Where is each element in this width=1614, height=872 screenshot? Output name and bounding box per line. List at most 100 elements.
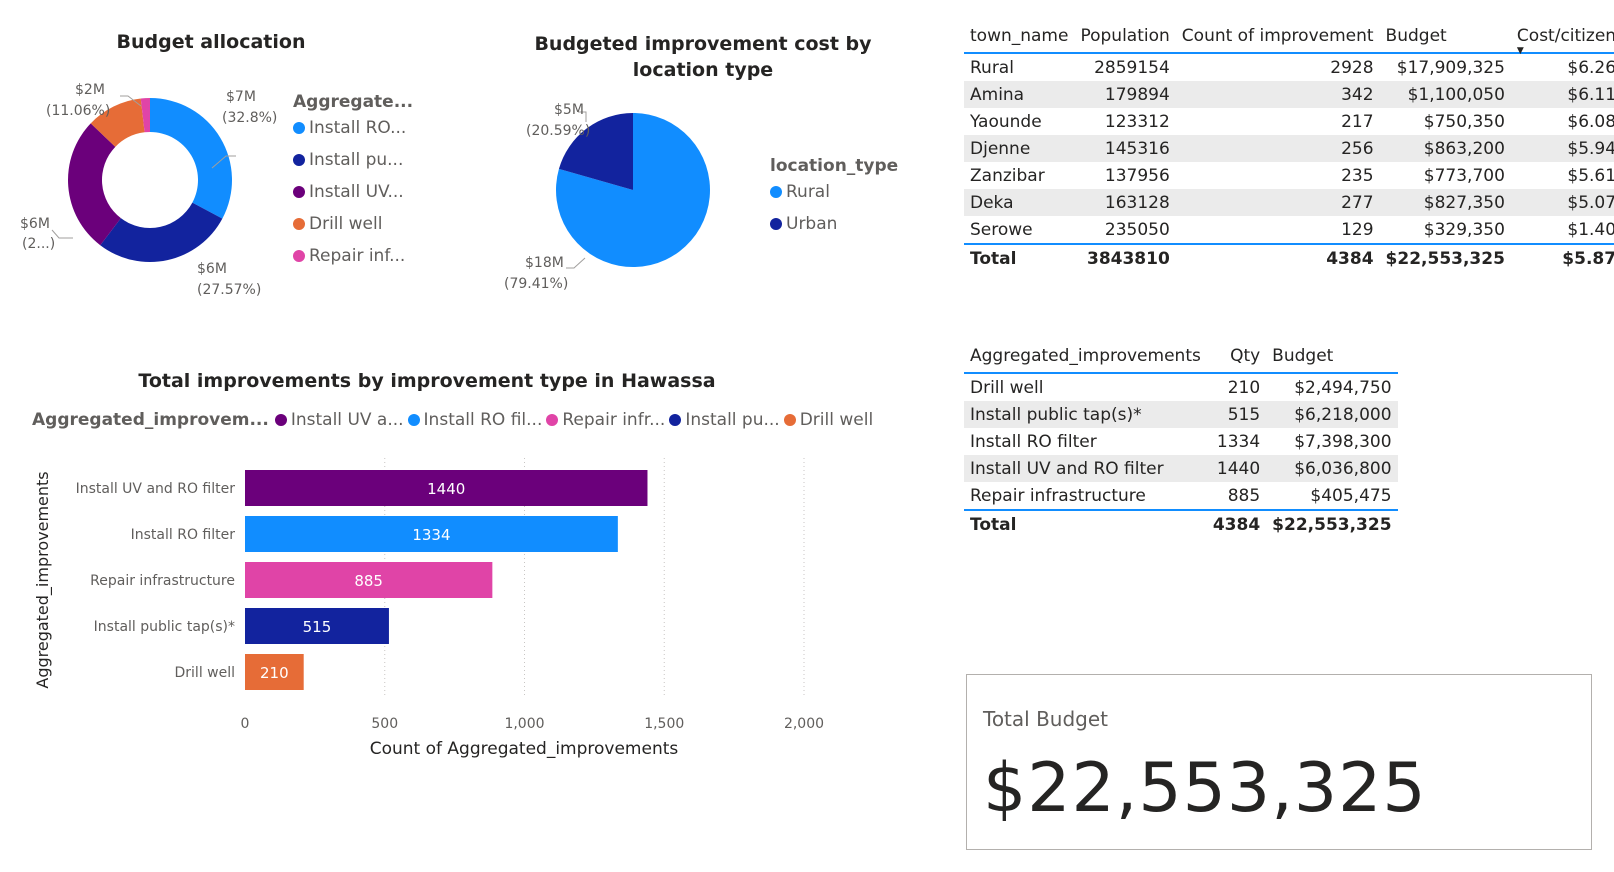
donut-slices[interactable]	[67, 98, 232, 262]
table-total-row: Total 4384 $22,553,325	[964, 509, 1398, 538]
legend-dot-icon	[407, 414, 420, 426]
imp-header-aggregated-improvements[interactable]: Aggregated_improvements	[964, 342, 1207, 374]
bar-legend-title: Aggregated_improvem...	[32, 410, 269, 430]
table-row[interactable]: Rural 2859154 2928 $17,909,325 $6.26	[964, 53, 1614, 81]
pie-label-rural-pct: (79.41%)	[504, 276, 568, 292]
donut-legend-item[interactable]: Repair inf...	[293, 246, 413, 266]
legend-dot-icon	[546, 414, 559, 426]
bar-xlabel: Count of Aggregated_improvements	[370, 739, 679, 759]
table-row[interactable]: Yaounde 123312 217 $750,350 $6.08	[964, 108, 1614, 135]
table-cell: Drill well	[970, 377, 1044, 398]
bar-category-label: Install RO filter	[131, 527, 236, 543]
table-row[interactable]: Zanzibar 137956 235 $773,700 $5.61	[964, 162, 1614, 189]
table-cell: Repair infrastructure	[970, 485, 1146, 506]
imp-header-label: Aggregated_improvements	[970, 346, 1201, 366]
bar-legend-label: Install UV a...	[290, 410, 404, 430]
legend-dot-icon	[293, 250, 305, 262]
town-header-population[interactable]: Population	[1074, 22, 1176, 54]
bar-x-tick-label: 1,000	[504, 716, 544, 732]
bar-legend-item[interactable]: Drill well	[783, 410, 874, 430]
table-cell: 123312	[1104, 111, 1170, 132]
table-row[interactable]: Install public tap(s)* 515 $6,218,000	[964, 401, 1398, 428]
total-budget-value: $22,553,325	[983, 749, 1427, 828]
bar-title: Total improvements by improvement type i…	[138, 370, 716, 392]
donut-slice-install-public-tap-s[interactable]	[100, 202, 223, 262]
legend-dot-icon	[274, 414, 287, 426]
table-row[interactable]: Deka 163128 277 $827,350 $5.07	[964, 189, 1614, 216]
table-row[interactable]: Djenne 145316 256 $863,200 $5.94	[964, 135, 1614, 162]
table-cell: $6,218,000	[1266, 401, 1398, 428]
donut-title: Budget allocation	[116, 31, 306, 53]
town-header-cost-citizen[interactable]: Cost/citizen ▼	[1510, 22, 1614, 56]
table-row[interactable]: Drill well 210 $2,494,750	[964, 373, 1398, 401]
table-cell: Yaounde	[970, 111, 1042, 132]
bar-legend-label: Install RO fil...	[423, 410, 543, 430]
table-cell: 2928	[1330, 57, 1374, 78]
table-row[interactable]: Serowe 235050 129 $329,350 $1.40	[964, 216, 1614, 244]
donut-chart: $7M (32.8%) $2M (11.06%) $6M (2...) $6M …	[20, 82, 277, 298]
table-row[interactable]: Install UV and RO filter 1440 $6,036,800	[964, 455, 1398, 482]
table-cell: Install UV and RO filter	[964, 455, 1207, 482]
bar-category-label: Install public tap(s)*	[94, 619, 235, 635]
legend-dot-icon	[293, 186, 305, 198]
table-total-cell: $22,553,325	[1379, 243, 1511, 272]
table-cell: $863,200	[1379, 135, 1511, 162]
table-total-cell: Total	[964, 243, 1075, 272]
table-cell: 137956	[1104, 165, 1170, 186]
table-cell: 145316	[1074, 135, 1176, 162]
donut-legend-item[interactable]: Install UV...	[293, 182, 413, 202]
bar-legend-item[interactable]: Install UV a...	[274, 410, 404, 430]
table-cell: $1,100,050	[1379, 81, 1511, 108]
bar-legend-item[interactable]: Repair infr...	[546, 410, 665, 430]
bar-data-label: 515	[303, 618, 332, 636]
table-cell: 235050	[1104, 219, 1170, 240]
donut-legend-item[interactable]: Drill well	[293, 214, 413, 234]
table-cell: Install RO filter	[970, 431, 1097, 452]
donut-slice-install-ro-filter[interactable]	[150, 98, 232, 219]
town-header-count-of-improvement[interactable]: Count of improvement	[1175, 22, 1380, 54]
pie-label-urban-pct: (20.59%)	[526, 123, 590, 139]
table-row[interactable]: Amina 179894 342 $1,100,050 $6.11	[964, 81, 1614, 108]
donut-legend-item[interactable]: Install pu...	[293, 150, 413, 170]
legend-dot-icon	[669, 414, 682, 426]
bar-legend-label: Drill well	[799, 410, 874, 430]
table-cell: 217	[1341, 111, 1374, 132]
pie-legend-label: Rural	[786, 182, 830, 202]
donut-legend: Aggregate... Install RO... Install pu... I…	[293, 92, 413, 278]
legend-dot-icon	[770, 186, 782, 198]
table-cell: $6.11	[1510, 81, 1614, 108]
table-cell: $2,494,750	[1294, 377, 1392, 398]
pie-legend-item[interactable]: Rural	[770, 182, 898, 202]
imp-header-label: Budget	[1272, 346, 1334, 366]
total-budget-label: Total Budget	[983, 707, 1108, 731]
table-cell: Rural	[970, 57, 1014, 78]
table-cell: $17,909,325	[1396, 57, 1505, 78]
table-row[interactable]: Repair infrastructure 885 $405,475	[964, 482, 1398, 510]
table-cell: $773,700	[1423, 165, 1505, 186]
bar-legend-item[interactable]: Install pu...	[669, 410, 780, 430]
town-header-town-name[interactable]: town_name	[964, 22, 1075, 54]
pie-title: Budgeted improvement cost by location ty…	[534, 33, 872, 81]
pie-leader-rural	[566, 257, 586, 269]
table-cell: 885	[1227, 485, 1261, 506]
donut-legend-label: Repair inf...	[309, 246, 406, 266]
imp-header-qty[interactable]: Qty	[1206, 342, 1267, 374]
legend-dot-icon	[293, 122, 305, 134]
table-cell: Deka	[964, 189, 1075, 216]
donut-label-tap-pct: (27.57%)	[197, 282, 261, 298]
donut-legend-item[interactable]: Install RO...	[293, 118, 413, 138]
table-cell: $329,350	[1423, 219, 1505, 240]
table-cell: $827,350	[1379, 189, 1511, 216]
bar-category-label: Drill well	[175, 665, 236, 681]
bar-legend-item[interactable]: Install RO fil...	[407, 410, 543, 430]
table-row[interactable]: Install RO filter 1334 $7,398,300	[964, 428, 1398, 455]
bar-marks[interactable]: 1440 1334 885 515 210	[245, 470, 648, 690]
sort-descending-icon[interactable]: ▼	[1517, 46, 1524, 56]
imp-header-budget[interactable]: Budget	[1266, 342, 1398, 374]
pie-legend-item[interactable]: Urban	[770, 214, 898, 234]
table-cell: $5.94	[1510, 135, 1614, 162]
town-header-budget[interactable]: Budget	[1379, 22, 1511, 54]
table-cell: 163128	[1074, 189, 1176, 216]
bar-category-label: Repair infrastructure	[90, 573, 235, 589]
bar-data-label: 885	[354, 572, 383, 590]
